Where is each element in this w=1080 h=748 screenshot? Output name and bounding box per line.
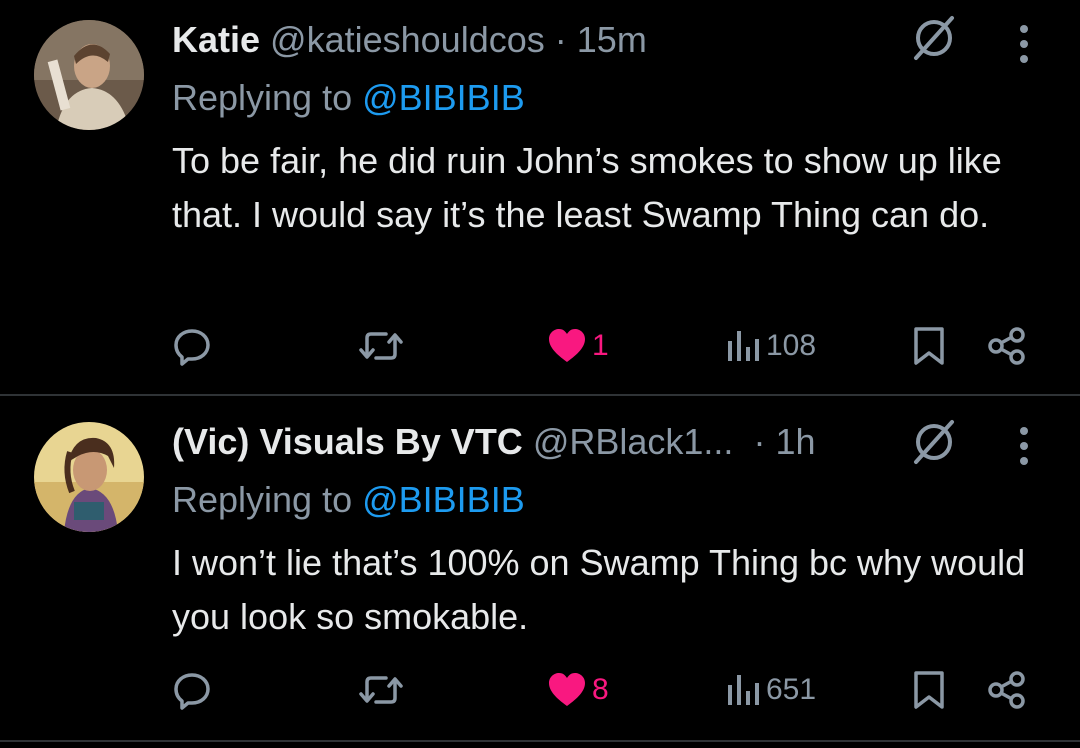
tweet-text: I won’t lie that’s 100% on Swamp Thing b… (172, 542, 1026, 637)
tweet-header: Katie @katieshouldcos · 15m (172, 18, 960, 62)
separator-dot: · (554, 19, 567, 60)
retweet-button[interactable] (358, 318, 404, 374)
grok-icon[interactable] (908, 12, 960, 64)
view-count: 651 (766, 673, 817, 706)
like-count: 1 (592, 329, 609, 362)
more-vertical-icon[interactable] (1018, 426, 1030, 466)
share-icon (988, 327, 1025, 365)
bookmark-icon (914, 327, 944, 365)
grok-icon[interactable] (908, 416, 960, 468)
share-button[interactable] (986, 318, 1028, 374)
views-button[interactable]: 108 (726, 318, 816, 374)
tweet-text: To be fair, he did ruin John’s smokes to… (172, 140, 1002, 235)
replying-to: Replying to @BIBIBIB (172, 76, 525, 120)
display-name[interactable]: (Vic) Visuals By VTC (172, 421, 523, 462)
separator-dot: · (753, 421, 766, 462)
tweet-vic[interactable]: (Vic) Visuals By VTC @RBlack1... · 1h Re… (0, 396, 1080, 740)
view-count: 108 (766, 329, 817, 362)
mention-link[interactable]: @BIBIBIB (362, 77, 525, 118)
user-handle[interactable]: @katieshouldcos (270, 19, 545, 60)
display-name[interactable]: Katie (172, 19, 260, 60)
action-bar: 8 651 (0, 662, 1080, 718)
more-vertical-icon[interactable] (1018, 24, 1030, 64)
like-button[interactable]: 8 (548, 662, 609, 718)
reply-button[interactable] (172, 662, 212, 718)
bookmark-icon (914, 671, 944, 709)
avatar-image (34, 422, 144, 532)
views-icon (728, 331, 759, 361)
replying-to-label: Replying to (172, 479, 363, 520)
retweet-icon (359, 332, 403, 360)
tweet-divider (0, 740, 1080, 742)
bookmark-button[interactable] (912, 318, 946, 374)
share-button[interactable] (986, 662, 1028, 718)
retweet-button[interactable] (358, 662, 404, 718)
replying-to: Replying to @BIBIBIB (172, 478, 525, 522)
like-button[interactable]: 1 (548, 318, 609, 374)
action-bar: 1 108 (0, 318, 1080, 374)
mention-link[interactable]: @BIBIBIB (362, 479, 525, 520)
reply-icon (174, 329, 210, 366)
avatar[interactable] (34, 422, 144, 532)
replying-to-label: Replying to (172, 77, 363, 118)
tweet-katie[interactable]: Katie @katieshouldcos · 15m Replying to … (0, 0, 1080, 394)
heart-icon (549, 329, 585, 362)
avatar[interactable] (34, 20, 144, 130)
reply-button[interactable] (172, 318, 212, 374)
avatar-image (34, 20, 144, 130)
reply-icon (174, 673, 210, 710)
tweet-header: (Vic) Visuals By VTC @RBlack1... · 1h (172, 420, 960, 464)
views-button[interactable]: 651 (726, 662, 816, 718)
views-icon (728, 675, 759, 705)
share-icon (988, 671, 1025, 709)
timestamp[interactable]: 15m (577, 19, 647, 60)
heart-icon (549, 673, 585, 706)
retweet-icon (359, 676, 403, 704)
user-handle[interactable]: @RBlack1... (533, 421, 734, 462)
bookmark-button[interactable] (912, 662, 946, 718)
timestamp[interactable]: 1h (775, 421, 815, 462)
like-count: 8 (592, 673, 609, 706)
